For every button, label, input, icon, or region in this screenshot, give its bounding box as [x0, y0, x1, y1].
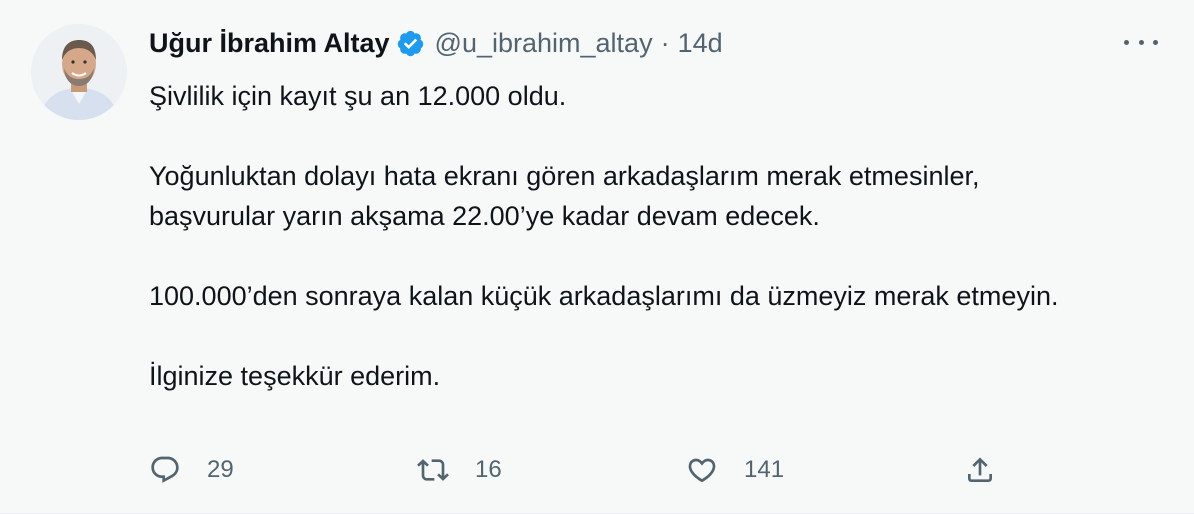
- retweet-count: 16: [475, 456, 502, 483]
- tweet-paragraph: 100.000’den sonraya kalan küçük arkadaşl…: [149, 281, 1059, 311]
- like-button[interactable]: 141: [686, 450, 784, 490]
- tweet-actions: 29 16 141: [149, 450, 1009, 490]
- handle[interactable]: @u_ibrahim_altay: [435, 24, 653, 62]
- avatar-image: [31, 24, 127, 120]
- verified-badge-icon: [396, 29, 425, 58]
- tweet-paragraph: Şivlilik için kayıt şu an 12.000 oldu.: [149, 81, 567, 111]
- reply-button[interactable]: 29: [149, 450, 234, 490]
- reply-count: 29: [207, 456, 234, 483]
- reply-icon: [151, 456, 179, 483]
- more-icon[interactable]: [1124, 30, 1158, 54]
- tweet-header: Uğur İbrahim Altay @u_ibrahim_altay · 14…: [149, 24, 1109, 62]
- tweet[interactable]: Uğur İbrahim Altay @u_ibrahim_altay · 14…: [0, 0, 1194, 514]
- share-icon: [968, 457, 992, 482]
- timestamp[interactable]: 14d: [678, 24, 723, 62]
- retweet-button[interactable]: 16: [417, 450, 502, 490]
- tweet-text: Şivlilik için kayıt şu an 12.000 oldu. Y…: [149, 76, 1069, 396]
- separator-dot: ·: [660, 28, 670, 58]
- tweet-paragraph: Yoğunluktan dolayı hata ekranı gören ark…: [149, 161, 980, 231]
- retweet-icon: [417, 459, 449, 481]
- avatar[interactable]: [31, 24, 127, 120]
- like-count: 141: [744, 456, 785, 483]
- tweet-paragraph: İlginize teşekkür ederim.: [149, 361, 441, 391]
- heart-icon: [688, 458, 716, 483]
- share-button[interactable]: [964, 450, 996, 490]
- tweet-content: Uğur İbrahim Altay @u_ibrahim_altay · 14…: [149, 24, 1109, 396]
- display-name[interactable]: Uğur İbrahim Altay: [149, 24, 390, 62]
